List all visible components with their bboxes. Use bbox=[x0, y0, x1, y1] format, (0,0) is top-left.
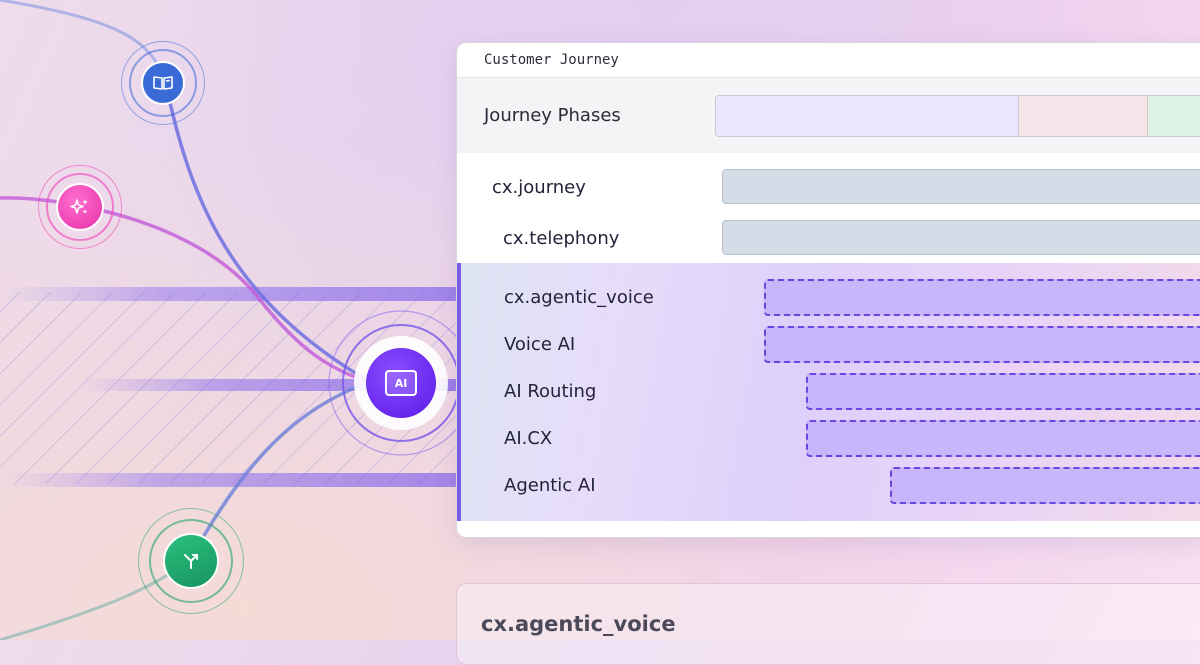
phase-segment-2[interactable] bbox=[1019, 96, 1148, 136]
card-title: Customer Journey bbox=[457, 43, 1200, 78]
row-cx-journey: cx.journey bbox=[457, 169, 1200, 219]
sparkle-node[interactable] bbox=[38, 165, 122, 249]
row-label: AI.CX bbox=[504, 428, 553, 449]
detail-card-title: cx.agentic_voice bbox=[481, 612, 676, 636]
book-open-icon bbox=[153, 76, 173, 90]
book-node[interactable] bbox=[121, 41, 205, 125]
row-agentic-ai: Agentic AI bbox=[461, 467, 1200, 505]
merge-node[interactable] bbox=[138, 508, 244, 614]
ai-chip-icon: AI bbox=[385, 370, 417, 396]
merge-node-core bbox=[163, 533, 219, 589]
journey-phases-label: Journey Phases bbox=[484, 105, 621, 126]
flow-band-bottom bbox=[0, 473, 460, 487]
journey-phases-row: Journey Phases bbox=[457, 78, 1200, 153]
row-bar[interactable] bbox=[722, 169, 1200, 204]
row-bar[interactable] bbox=[890, 467, 1200, 504]
phase-segment-1[interactable] bbox=[716, 96, 1019, 136]
row-label: AI Routing bbox=[504, 381, 597, 402]
sparkle-node-core bbox=[56, 183, 104, 231]
sparkles-icon bbox=[70, 199, 88, 214]
row-ai-cx: AI.CX bbox=[461, 420, 1200, 458]
row-bar[interactable] bbox=[764, 279, 1200, 316]
agentic-section: cx.agentic_voice Voice AI AI Routing AI.… bbox=[457, 263, 1200, 521]
row-bar[interactable] bbox=[764, 326, 1200, 363]
row-bar[interactable] bbox=[722, 220, 1200, 255]
ai-node-label: AI bbox=[394, 376, 408, 390]
row-label: cx.journey bbox=[492, 177, 586, 198]
detail-card[interactable]: cx.agentic_voice bbox=[456, 583, 1200, 665]
customer-journey-card: Customer Journey Journey Phases cx.journ… bbox=[456, 42, 1200, 538]
row-bar[interactable] bbox=[806, 373, 1200, 410]
phase-segment-3[interactable] bbox=[1148, 96, 1200, 136]
merge-arrow-icon bbox=[184, 554, 198, 569]
row-voice-ai: Voice AI bbox=[461, 326, 1200, 364]
flow-band-top bbox=[0, 287, 460, 301]
row-label: Voice AI bbox=[504, 334, 576, 355]
ai-node[interactable]: AI bbox=[366, 348, 436, 418]
row-label: cx.agentic_voice bbox=[504, 287, 654, 308]
row-cx-agentic-voice: cx.agentic_voice bbox=[461, 279, 1200, 317]
row-ai-routing: AI Routing bbox=[461, 373, 1200, 411]
row-label: Agentic AI bbox=[504, 475, 596, 496]
book-node-core bbox=[141, 61, 185, 105]
journey-phases-bar[interactable] bbox=[715, 95, 1200, 137]
row-bar[interactable] bbox=[806, 420, 1200, 457]
row-label: cx.telephony bbox=[503, 228, 620, 249]
